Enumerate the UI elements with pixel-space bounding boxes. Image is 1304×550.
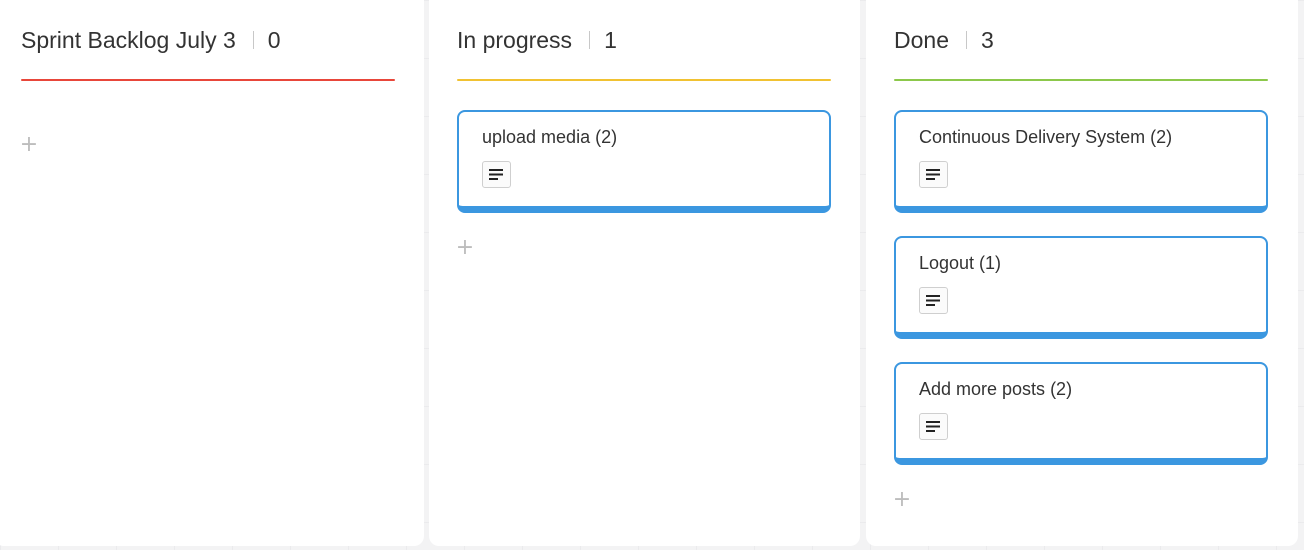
column-title-row: Done 3 [894, 26, 994, 54]
column-header: Done 3 [894, 24, 1268, 82]
card-count: 0 [267, 27, 281, 53]
header-divider [589, 30, 591, 49]
column-title-row: Sprint Backlog July 3 0 [21, 26, 281, 54]
column-sprint-backlog: Sprint Backlog July 3 0 + [0, 0, 424, 546]
task-card[interactable]: Logout (1) [894, 236, 1268, 339]
description-icon[interactable] [919, 287, 948, 314]
card-count: 1 [604, 27, 617, 53]
card-title: Continuous Delivery System (2) [919, 127, 1173, 147]
column-title-row: In progress 1 [457, 26, 617, 54]
column-color-bar [21, 79, 395, 81]
task-card[interactable]: upload media (2) [457, 110, 831, 213]
description-icon[interactable] [919, 413, 948, 440]
card-title: Logout (1) [919, 253, 1002, 273]
column-color-bar [894, 79, 1268, 81]
column-header: Sprint Backlog July 3 0 [21, 24, 395, 82]
add-card-icon[interactable]: + [455, 237, 475, 259]
column-title[interactable]: Sprint Backlog July 3 [21, 27, 236, 53]
card-title: upload media (2) [482, 127, 618, 147]
add-card-icon[interactable]: + [19, 134, 39, 156]
description-icon[interactable] [482, 161, 511, 188]
header-divider [965, 30, 967, 49]
column-color-bar [457, 79, 831, 81]
card-title: Add more posts (2) [919, 379, 1073, 399]
column-in-progress: In progress 1 upload media (2) + [429, 0, 860, 546]
task-card[interactable]: Continuous Delivery System (2) [894, 110, 1268, 213]
card-count: 3 [980, 27, 994, 53]
column-done: Done 3 Continuous Delivery System (2) Log… [866, 0, 1298, 546]
task-card[interactable]: Add more posts (2) [894, 362, 1268, 465]
header-divider [252, 30, 254, 49]
column-title[interactable]: Done [894, 27, 949, 53]
description-icon[interactable] [919, 161, 948, 188]
column-title[interactable]: In progress [457, 27, 572, 53]
column-header: In progress 1 [457, 24, 831, 82]
add-card-icon[interactable]: + [892, 489, 912, 511]
